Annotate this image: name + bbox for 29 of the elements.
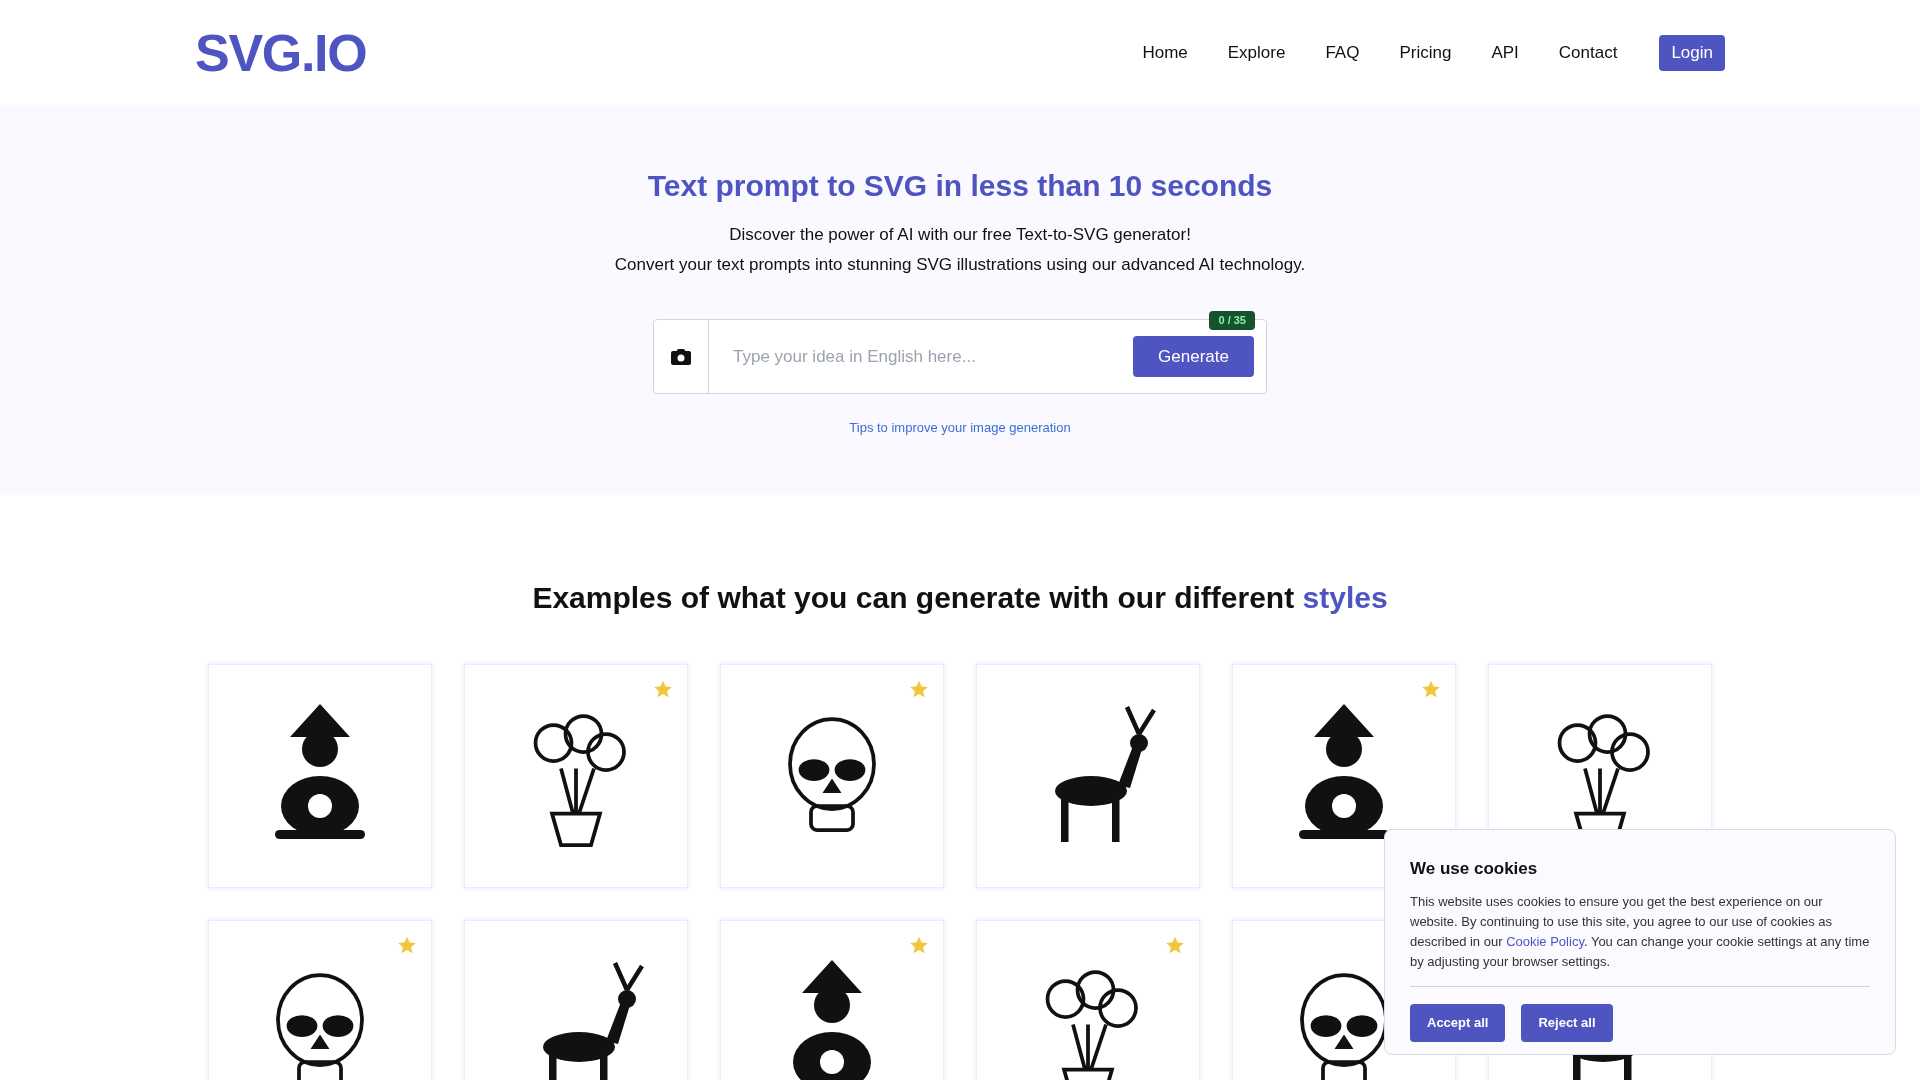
styles-link[interactable]: styles [1302, 581, 1388, 614]
logo[interactable]: SVG.IO [195, 13, 367, 92]
section-heading: Examples of what you can generate with our different styles [532, 580, 1388, 616]
cookie-text: This website uses cookies to ensure you get the best experience on our website. By continuing to use this site, you agree to our use of cookies as described in our Cookie Policy. You can change your cookie settings at any time by adjusting your browser settings. [1410, 892, 1870, 971]
example-card[interactable] [720, 664, 944, 888]
nav-link[interactable]: FAQ [1325, 39, 1360, 66]
nav-link[interactable]: Pricing [1399, 39, 1452, 66]
tips-link[interactable]: Tips to improve your image generation [849, 418, 1071, 438]
cookie-policy-link[interactable]: Cookie Policy [1506, 933, 1584, 949]
example-card[interactable] [720, 920, 944, 1080]
hero-subtitle: Discover the power of AI with our free Text-to-SVG generator! [729, 224, 1191, 246]
nav-link[interactable]: Explore [1227, 39, 1286, 66]
cookie-title: We use cookies [1410, 858, 1539, 880]
nav-link[interactable]: API [1491, 39, 1519, 66]
example-card[interactable] [208, 920, 432, 1080]
hero-title: Text prompt to SVG in less than 10 seconds [647, 168, 1273, 204]
nav-link[interactable]: Contact [1558, 39, 1618, 66]
cookie-button[interactable]: Reject all [1521, 1003, 1613, 1042]
cookie-button[interactable]: Accept all [1410, 1003, 1506, 1042]
example-card[interactable] [208, 664, 432, 888]
example-card[interactable] [976, 664, 1200, 888]
hero-subtitle: Convert your text prompts into stunning SVG illustrations using our advanced AI technology. [614, 253, 1306, 276]
example-card[interactable] [976, 920, 1200, 1080]
login-button[interactable]: Login [1659, 34, 1725, 71]
character-counter: 0 / 35 [1209, 311, 1255, 330]
example-card[interactable] [464, 920, 688, 1080]
nav-link[interactable]: Home [1142, 39, 1188, 66]
generate-button[interactable]: Generate [1133, 336, 1254, 377]
example-card[interactable] [464, 664, 688, 888]
